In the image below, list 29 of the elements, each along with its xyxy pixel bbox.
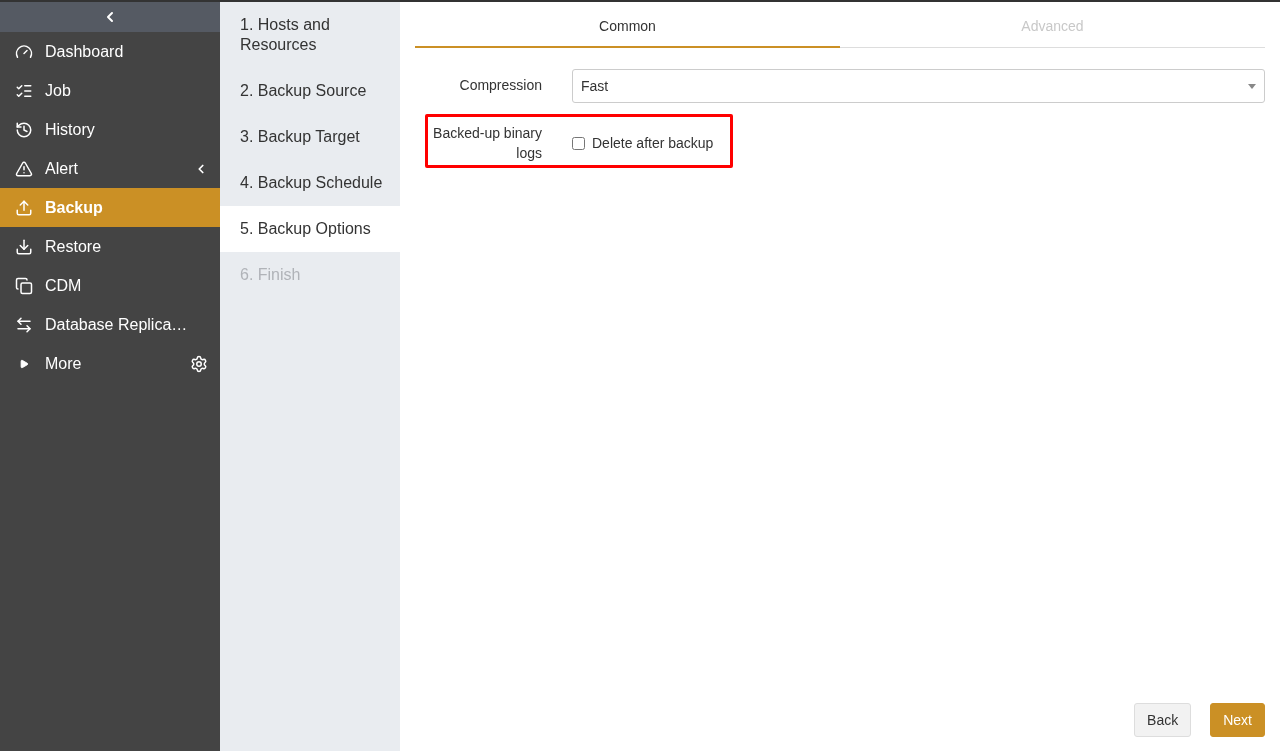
checkbox-label: Delete after backup	[592, 135, 714, 151]
back-button[interactable]: Back	[1134, 703, 1192, 737]
sidebar-item[interactable]: Job	[0, 71, 220, 110]
wizard-step[interactable]: 2. Backup Source	[220, 68, 400, 114]
sidebar-item[interactable]: CDM	[0, 266, 220, 305]
download-icon	[15, 237, 33, 256]
warning-icon	[15, 159, 33, 178]
checkbox[interactable]	[572, 136, 585, 150]
sidebar-item[interactable]: Database Replica…	[0, 305, 220, 344]
compression-select[interactable]: Fast	[572, 69, 1265, 103]
wizard-step[interactable]: 4. Backup Schedule	[220, 160, 400, 206]
arrows-icon	[15, 315, 33, 334]
field-label: Compression	[458, 76, 542, 95]
field-label: Backed-up binary logs	[433, 124, 542, 163]
settings-icon[interactable]	[190, 354, 208, 373]
upload-icon	[15, 198, 33, 217]
copy-icon	[15, 276, 33, 295]
wizard-step[interactable]: 1. Hosts and Resources	[220, 2, 400, 68]
sidebar-item[interactable]: More	[0, 344, 220, 383]
tab[interactable]: Common	[415, 14, 840, 48]
gauge-icon	[15, 42, 33, 61]
sidebar-item[interactable]: Restore	[0, 227, 220, 266]
history-icon	[15, 120, 33, 139]
sidebar-item[interactable]: Dashboard	[0, 32, 220, 71]
caret-icon	[1248, 83, 1256, 89]
wizard-step[interactable]: 3. Backup Target	[220, 114, 400, 160]
sidebar-item[interactable]: History	[0, 110, 220, 149]
sidebar-item[interactable]: Alert	[0, 149, 220, 188]
wizard-step[interactable]: 5. Backup Options	[220, 206, 400, 252]
